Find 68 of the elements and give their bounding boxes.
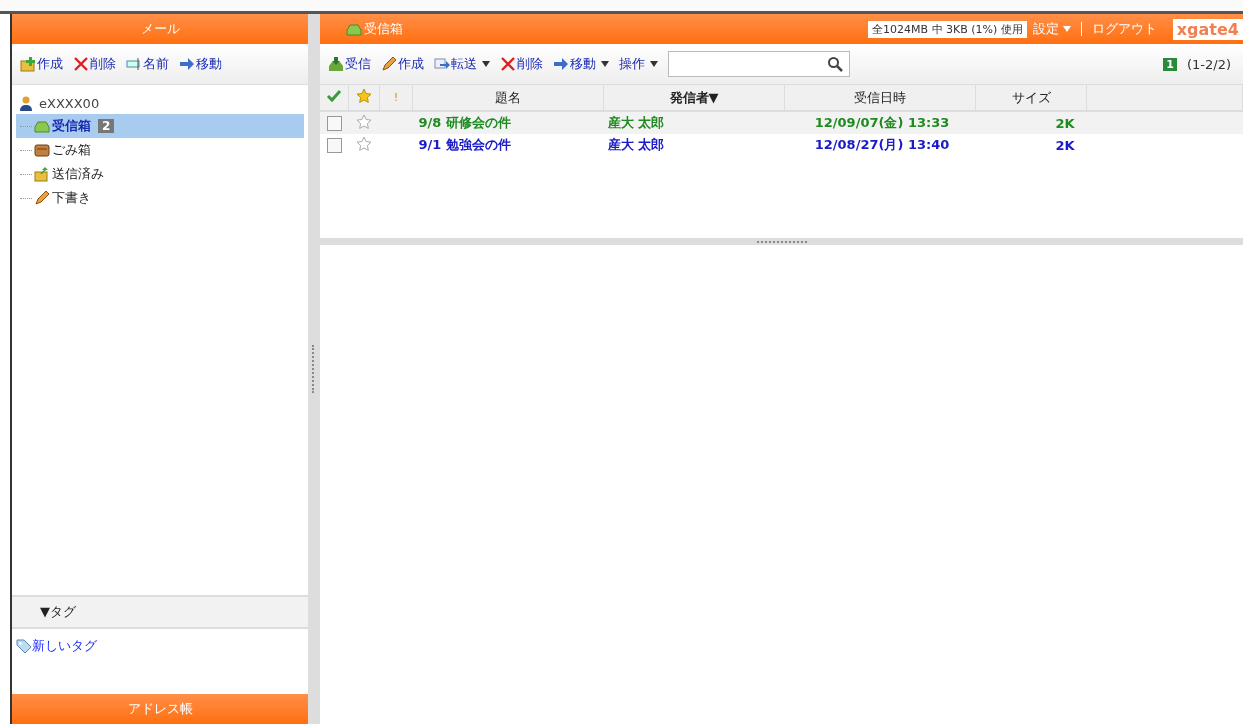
- subject: 9/1 勉強会の件: [418, 137, 511, 152]
- panel-header: メール: [12, 14, 308, 44]
- toolbar-button[interactable]: 移動: [553, 55, 609, 73]
- search-icon: [827, 56, 843, 72]
- search-field[interactable]: [668, 51, 850, 77]
- caret-icon: [482, 61, 490, 67]
- date: 12/08/27(月) 13:40: [814, 137, 950, 152]
- folder-title: 受信箱: [346, 20, 403, 38]
- logo: xgate4: [1172, 18, 1243, 40]
- message-row[interactable]: 9/1 勉強会の件 産大 太郎 12/08/27(月) 13:40 2K: [320, 134, 1243, 156]
- page-number[interactable]: 1: [1163, 57, 1177, 71]
- sender: 産大 太郎: [607, 115, 665, 130]
- cross-icon: [500, 56, 516, 72]
- caret-icon: [650, 61, 658, 67]
- column-header[interactable]: 受信日時: [784, 85, 976, 111]
- pencil-icon: [381, 56, 397, 72]
- message-count: (1-2/2): [1186, 56, 1231, 72]
- column-header[interactable]: 題名: [412, 85, 604, 111]
- text-field-icon: [126, 56, 142, 72]
- tag-icon: [16, 638, 32, 654]
- toolbar-button[interactable]: 削除: [500, 55, 543, 73]
- unread-count: 2: [98, 119, 115, 133]
- quota-label: 全1024MB 中 3KB (1%) 使用: [868, 20, 1027, 38]
- subject: 9/8 研修会の件: [418, 115, 511, 130]
- star-icon: [356, 88, 372, 104]
- box-icon: [34, 142, 50, 158]
- column-header[interactable]: 発信者▼: [603, 85, 785, 111]
- column-header[interactable]: サイズ: [975, 85, 1087, 111]
- caret-icon: [601, 61, 609, 67]
- folder-plus-icon: [20, 56, 36, 72]
- checkmark-icon: [326, 88, 342, 104]
- envelope-arrow-icon: [434, 56, 450, 72]
- size: 2K: [1055, 115, 1075, 131]
- tray-icon: [34, 118, 50, 134]
- star-icon[interactable]: [356, 113, 372, 130]
- user-icon: [18, 95, 34, 111]
- toolbar-button[interactable]: 受信: [328, 55, 371, 73]
- splitter-handle[interactable]: [312, 345, 316, 393]
- folder-item[interactable]: 下書き: [16, 186, 304, 210]
- new-tag-link[interactable]: 新しいタグ: [16, 637, 97, 655]
- toolbar-button[interactable]: 操作: [619, 55, 658, 73]
- account-name: eXXXX00: [39, 95, 100, 111]
- folder-arrow-icon: [34, 166, 50, 182]
- folder-item[interactable]: ごみ箱: [16, 138, 304, 162]
- message-row[interactable]: 9/8 研修会の件 産大 太郎 12/09/07(金) 13:33 2K: [320, 111, 1243, 134]
- pencil-icon: [34, 190, 50, 206]
- tray-download-icon: [328, 56, 344, 72]
- star-icon[interactable]: [356, 135, 372, 152]
- toolbar-button[interactable]: 移動: [179, 55, 222, 73]
- size: 2K: [1055, 137, 1075, 153]
- arrow-icon: [179, 56, 195, 72]
- checkbox[interactable]: [326, 116, 342, 131]
- checkbox[interactable]: [326, 138, 342, 153]
- caret-icon: [1062, 26, 1071, 32]
- folder-item[interactable]: 送信済み: [16, 162, 304, 186]
- sender: 産大 太郎: [607, 137, 665, 152]
- arrow-icon: [553, 56, 569, 72]
- cross-icon: [73, 56, 89, 72]
- folder-item[interactable]: 受信箱 2: [16, 114, 304, 138]
- tray-icon: [346, 21, 362, 37]
- tags-header[interactable]: ▼タグ: [12, 595, 308, 629]
- toolbar-button[interactable]: 作成: [381, 55, 424, 73]
- date: 12/09/07(金) 13:33: [814, 115, 950, 130]
- toolbar-button[interactable]: 作成: [20, 55, 63, 73]
- splitter-handle[interactable]: [756, 240, 807, 243]
- toolbar-button[interactable]: 転送: [434, 55, 490, 73]
- toolbar-button[interactable]: 削除: [73, 55, 116, 73]
- toolbar-button[interactable]: 名前: [126, 55, 169, 73]
